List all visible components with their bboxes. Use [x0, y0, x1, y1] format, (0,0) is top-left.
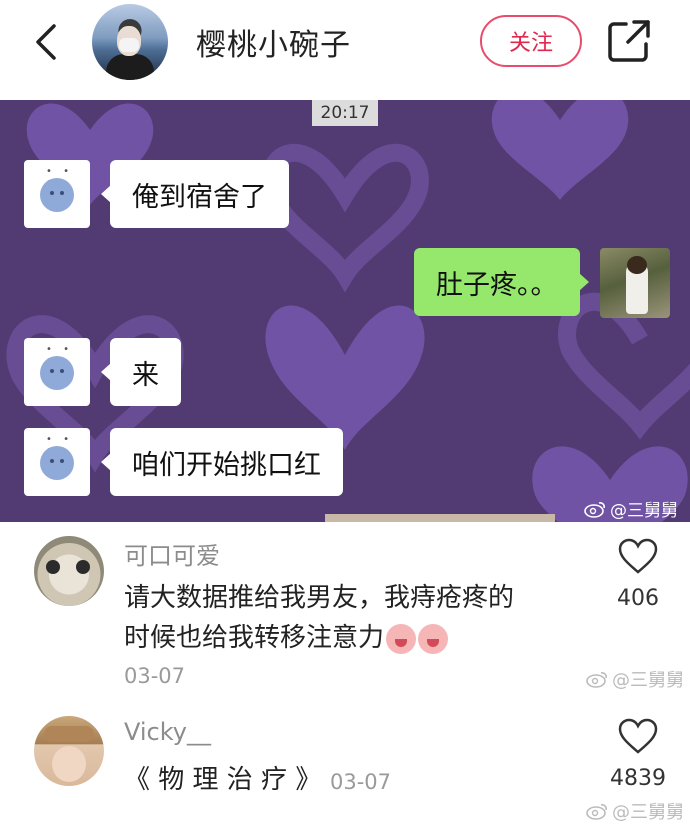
chat-bubble-sent: 肚子疼。。 [414, 248, 588, 316]
commenter-avatar[interactable] [34, 536, 104, 606]
top-bar: 樱桃小碗子 关注 [0, 0, 690, 100]
comment-text: 《 物 理 治 疗 》 [124, 765, 322, 795]
comment-item: Vicky__ 《 物 理 治 疗 》 03-07 4839 @三舅舅 [0, 702, 690, 825]
weibo-watermark: @三舅舅 [586, 666, 684, 692]
heart-like-icon[interactable] [618, 718, 658, 754]
weibo-icon [584, 501, 605, 518]
comment-text-line: 请大数据推给我男友，我痔疮疼的 [124, 583, 515, 613]
my-avatar [600, 248, 670, 318]
friend-avatar: • • • [24, 338, 90, 406]
back-arrow-icon[interactable] [28, 20, 68, 64]
comment-date: 03-07 [330, 770, 392, 794]
author-name[interactable]: 樱桃小碗子 [196, 20, 351, 64]
comment-date: 03-07 [124, 664, 186, 688]
comment-text-line-2: 时候也给我转移注意力 [124, 618, 594, 658]
comment-item: 可口可爱 请大数据推给我男友，我痔疮疼的 时候也给我转移注意力 03-07 40… [0, 522, 690, 702]
next-image-edge [325, 514, 555, 522]
pig-emoji-icon [386, 623, 417, 654]
heart-like-icon[interactable] [618, 538, 658, 574]
friend-avatar: • • • [24, 428, 90, 496]
chat-bubble-received: 俺到宿舍了 [101, 160, 289, 228]
pig-emoji-icon [418, 623, 449, 654]
chat-screenshot: 20:17 • • • 俺到宿舍了 肚子疼。。 • • • 来 • • • 咱们… [0, 100, 690, 522]
comment-text: 请大数据推给我男友，我痔疮疼的 时候也给我转移注意力 [124, 578, 594, 658]
author-avatar[interactable] [92, 4, 168, 80]
follow-button[interactable]: 关注 [480, 15, 582, 67]
watermark-text: @三舅舅 [610, 501, 678, 521]
weibo-watermark: @三舅舅 [584, 496, 678, 521]
friend-avatar: • • • [24, 160, 90, 228]
message-timestamp: 20:17 [312, 100, 378, 126]
commenter-avatar[interactable] [34, 716, 104, 786]
watermark-text: @三舅舅 [612, 802, 684, 823]
share-icon[interactable] [606, 18, 652, 64]
weibo-icon [586, 804, 607, 820]
like-count: 406 [617, 586, 659, 611]
comment-text-line: 时候也给我转移注意力 [124, 623, 385, 653]
watermark-text: @三舅舅 [612, 670, 684, 691]
chat-bubble-received: 来 [101, 338, 181, 406]
commenter-name[interactable]: Vicky__ [124, 718, 211, 746]
chat-bubble-received: 咱们开始挑口红 [101, 428, 343, 496]
weibo-icon [586, 672, 607, 688]
commenter-name[interactable]: 可口可爱 [124, 536, 220, 571]
like-count: 4839 [610, 766, 666, 791]
weibo-watermark: @三舅舅 [586, 798, 684, 824]
